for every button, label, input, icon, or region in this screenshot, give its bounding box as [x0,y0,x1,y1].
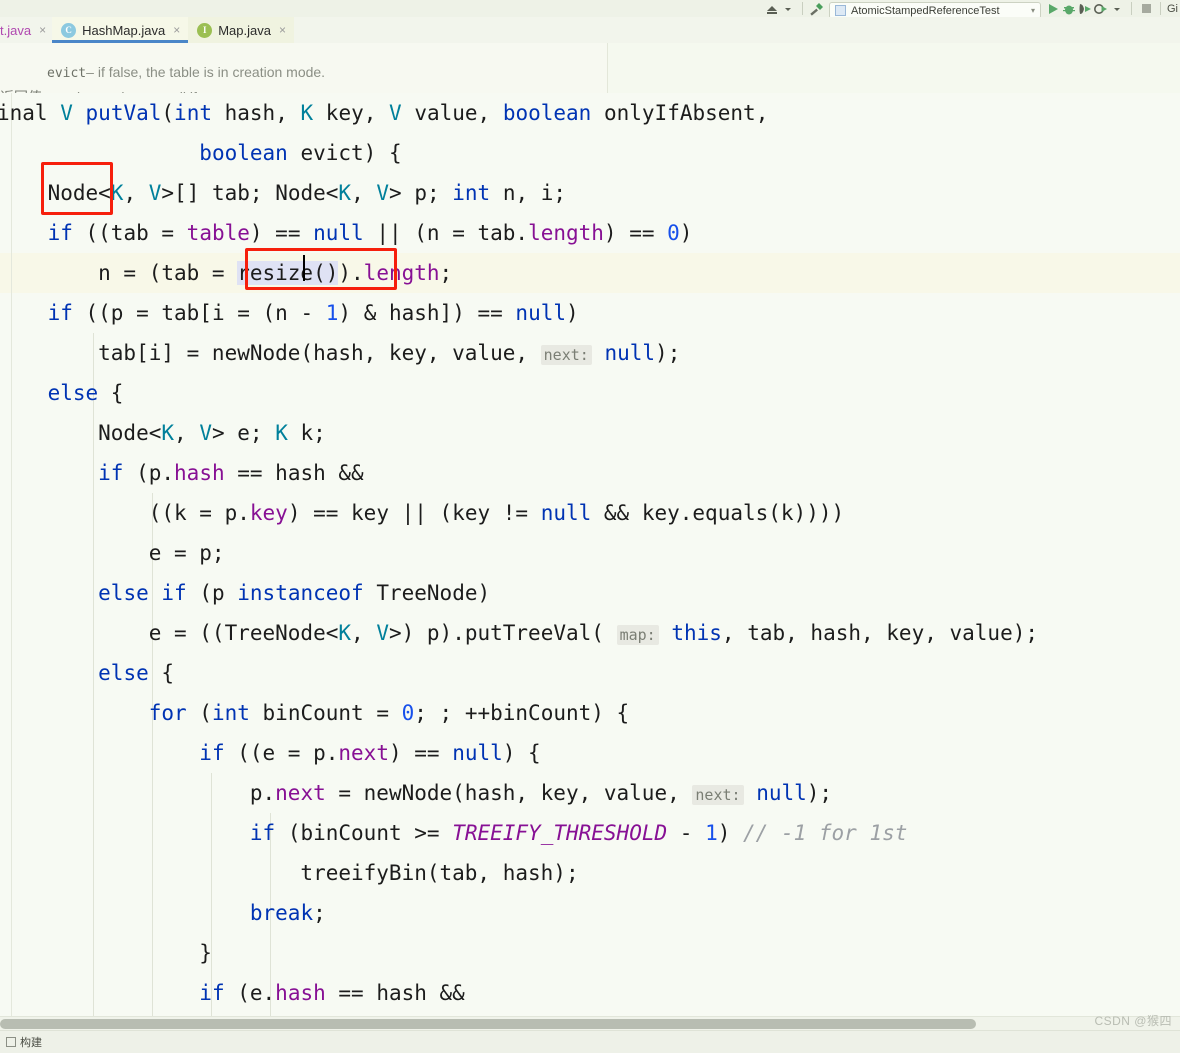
tab-label: Map.java [218,22,271,38]
run-config-label: AtomicStampedReferenceTest [851,4,1000,17]
chevron-down-icon[interactable]: ▾ [1031,6,1035,15]
code-line: ((k = p.key) == key || (key != null && k… [0,501,845,525]
code-line: Node<K, V>[] tab; Node<K, V> p; int n, i… [0,181,567,205]
vcs-update-icon[interactable] [764,0,780,17]
run-configuration-selector[interactable]: AtomicStampedReferenceTest ▾ [829,2,1041,17]
run-config-icon [835,5,846,16]
profile-caret-icon[interactable] [1109,0,1125,17]
close-icon[interactable]: × [39,23,46,37]
horizontal-scrollbar-track[interactable] [0,1016,1180,1031]
close-icon[interactable]: × [173,23,180,37]
run-with-coverage-icon[interactable] [1077,0,1093,17]
code-line: else { [47,381,124,405]
tab-t-java[interactable]: t.java × [0,17,52,43]
code-line: p.next = newNode(hash, key, value, next:… [0,781,833,805]
doc-param-name: evict [47,66,87,81]
toolbar-separator-1 [802,2,803,15]
stop-icon[interactable] [1138,0,1154,17]
code-content: inal V putVal(int hash, K key, V value, … [0,93,1038,1023]
code-line: Node<K, V> e; K k; [0,421,326,445]
doc-param-dash: – [86,64,94,80]
status-bar: 构建 [0,1030,1180,1053]
code-line: if ((tab = table) == null || (n = tab.le… [47,221,693,245]
doc-param-line: evict– if false, the table is in creatio… [47,62,325,84]
close-icon[interactable]: × [279,23,286,37]
toolbar-separator-2 [1131,2,1132,15]
watermark: CSDN @猴四 [1094,1014,1172,1028]
code-line: n = (tab = resize()).length; [0,261,453,285]
tab-hashmap-java[interactable]: C HashMap.java × [52,17,189,43]
class-icon: C [61,22,77,38]
code-line: else if (p instanceof TreeNode) [98,581,491,605]
code-line: if (binCount >= TREEIFY_THRESHOLD - 1) /… [249,821,908,845]
code-line: e = ((TreeNode<K, V>) p).putTreeVal( map… [0,621,1038,645]
code-editor[interactable]: inal V putVal(int hash, K key, V value, … [0,93,1180,1023]
code-line: if ((e = p.next) == null) { [199,741,541,765]
code-line: boolean evict) { [199,141,402,165]
main-toolbar: AtomicStampedReferenceTest ▾ Gi [0,0,1180,18]
toolbar-separator-3 [1160,2,1161,15]
quick-documentation-popup: evict– if false, the table is in creatio… [0,43,608,94]
ide-window: AtomicStampedReferenceTest ▾ Gi t.java ×… [0,0,1180,1053]
run-icon[interactable] [1045,0,1061,17]
interface-icon: I [197,22,213,38]
editor-tab-bar: t.java × C HashMap.java × I Map.java × [0,17,1180,43]
code-line: else { [98,661,175,685]
code-line: for (int binCount = 0; ; ++binCount) { [148,701,630,725]
code-line: if ((p = tab[i = (n - 1) & hash]) == nul… [47,301,579,325]
build-status-label: 构建 [20,1037,42,1049]
build-status-icon [6,1037,16,1047]
build-hammer-icon[interactable] [809,0,825,17]
toolbar-trailing-label: Gi [1167,2,1178,15]
code-line: if (p.hash == hash && [98,461,364,485]
code-line: if (e.hash == hash && [199,981,465,1005]
vcs-caret-icon[interactable] [780,0,796,17]
doc-clipped-line [47,43,51,57]
text-caret [303,255,305,281]
debug-icon[interactable] [1061,0,1077,17]
code-line: break; [249,901,326,925]
code-line: inal V putVal(int hash, K key, V value, … [0,101,769,125]
code-line: e = p; [0,541,225,565]
code-line: tab[i] = newNode(hash, key, value, next:… [0,341,681,365]
tab-label: HashMap.java [82,22,166,38]
tab-label: t.java [0,22,32,38]
status-build-item[interactable]: 构建 [0,1031,42,1053]
code-line: } [0,941,212,965]
horizontal-scrollbar-thumb[interactable] [0,1019,976,1029]
profile-icon[interactable] [1093,0,1109,17]
code-line: treeifyBin(tab, hash); [0,861,579,885]
doc-param-desc: if false, the table is in creation mode. [97,64,326,80]
tab-map-java[interactable]: I Map.java × [188,17,294,43]
